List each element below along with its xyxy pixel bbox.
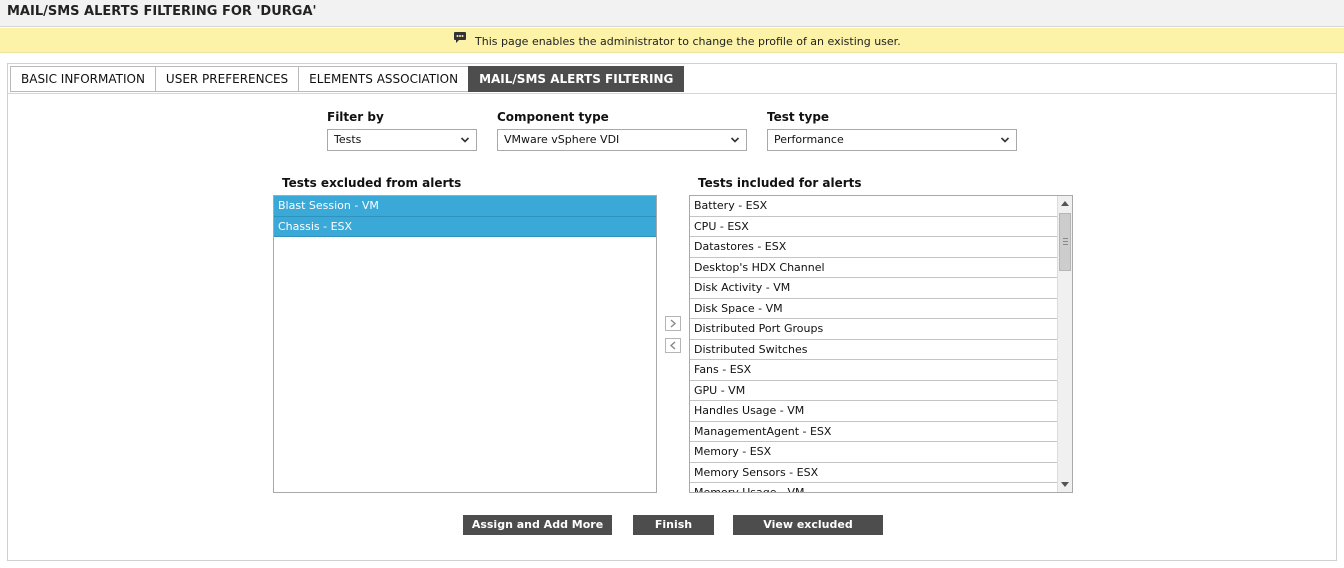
included-list-label: Tests included for alerts <box>698 176 862 190</box>
list-item[interactable]: Chassis - ESX <box>274 216 656 237</box>
vertical-scrollbar[interactable] <box>1057 196 1072 492</box>
scroll-up-icon[interactable] <box>1061 201 1069 206</box>
list-item[interactable]: CPU - ESX <box>690 217 1057 237</box>
tab-basic-information[interactable]: BASIC INFORMATION <box>10 66 155 92</box>
chevron-down-icon <box>1000 137 1010 143</box>
test-type-label: Test type <box>767 110 830 124</box>
excluded-tests-list[interactable]: Blast Session - VM Chassis - ESX <box>273 195 657 493</box>
main-panel: BASIC INFORMATION USER PREFERENCES ELEME… <box>7 63 1337 561</box>
component-type-label: Component type <box>497 110 609 124</box>
component-type-select[interactable]: VMware vSphere VDI <box>497 129 747 151</box>
tab-elements-association[interactable]: ELEMENTS ASSOCIATION <box>298 66 469 92</box>
list-item[interactable]: Memory - ESX <box>690 442 1057 463</box>
list-item[interactable]: Disk Space - VM <box>690 299 1057 319</box>
list-item[interactable]: Desktop's HDX Channel <box>690 258 1057 278</box>
tab-strip: BASIC INFORMATION USER PREFERENCES ELEME… <box>10 66 685 92</box>
component-type-value: VMware vSphere VDI <box>504 133 620 146</box>
list-item[interactable]: Distributed Port Groups <box>690 319 1057 340</box>
tab-divider <box>8 93 1336 94</box>
test-type-select[interactable]: Performance <box>767 129 1017 151</box>
filter-by-label: Filter by <box>327 110 384 124</box>
list-item[interactable]: Blast Session - VM <box>274 196 656 217</box>
chevron-down-icon <box>730 137 740 143</box>
list-item[interactable]: Disk Activity - VM <box>690 278 1057 299</box>
move-right-icon <box>670 319 677 328</box>
filter-by-select[interactable]: Tests <box>327 129 477 151</box>
info-bar: This page enables the administrator to c… <box>0 28 1344 53</box>
grip-line <box>1063 244 1068 245</box>
filter-by-value: Tests <box>334 133 362 146</box>
view-excluded-elements-button[interactable]: View excluded elements <box>733 515 883 551</box>
included-tests-list[interactable]: Battery - ESX CPU - ESX Datastores - ESX… <box>689 195 1073 493</box>
chevron-down-icon <box>460 137 470 143</box>
scroll-thumb[interactable] <box>1059 213 1071 271</box>
list-item[interactable]: Fans - ESX <box>690 360 1057 381</box>
list-item[interactable]: Battery - ESX <box>690 196 1057 217</box>
move-left-button[interactable] <box>665 338 681 353</box>
list-item[interactable]: Handles Usage - VM <box>690 401 1057 422</box>
list-item[interactable]: ManagementAgent - ESX <box>690 422 1057 442</box>
tab-user-preferences[interactable]: USER PREFERENCES <box>154 66 299 92</box>
title-bar: MAIL/SMS ALERTS FILTERING FOR 'DURGA' <box>0 0 1344 27</box>
excluded-list-label: Tests excluded from alerts <box>282 176 462 190</box>
list-item[interactable]: Memory Sensors - ESX <box>690 463 1057 483</box>
scroll-down-icon[interactable] <box>1061 482 1069 487</box>
grip-line <box>1063 238 1068 239</box>
list-item[interactable]: Memory Usage - VM <box>690 483 1057 492</box>
move-left-icon <box>669 341 676 350</box>
assign-and-add-more-button[interactable]: Assign and Add More <box>463 515 612 535</box>
list-item[interactable]: GPU - VM <box>690 381 1057 401</box>
grip-line <box>1063 241 1068 242</box>
speech-bubble-icon <box>454 32 466 43</box>
finish-button[interactable]: Finish <box>633 515 714 535</box>
included-rows: Battery - ESX CPU - ESX Datastores - ESX… <box>690 196 1057 492</box>
move-right-button[interactable] <box>665 316 681 331</box>
page-title: MAIL/SMS ALERTS FILTERING FOR 'DURGA' <box>7 4 317 19</box>
test-type-value: Performance <box>774 133 844 146</box>
list-item[interactable]: Distributed Switches <box>690 340 1057 360</box>
info-text: This page enables the administrator to c… <box>475 35 901 48</box>
list-item[interactable]: Datastores - ESX <box>690 237 1057 258</box>
tab-mail-sms-alerts-filtering[interactable]: MAIL/SMS ALERTS FILTERING <box>468 66 685 92</box>
